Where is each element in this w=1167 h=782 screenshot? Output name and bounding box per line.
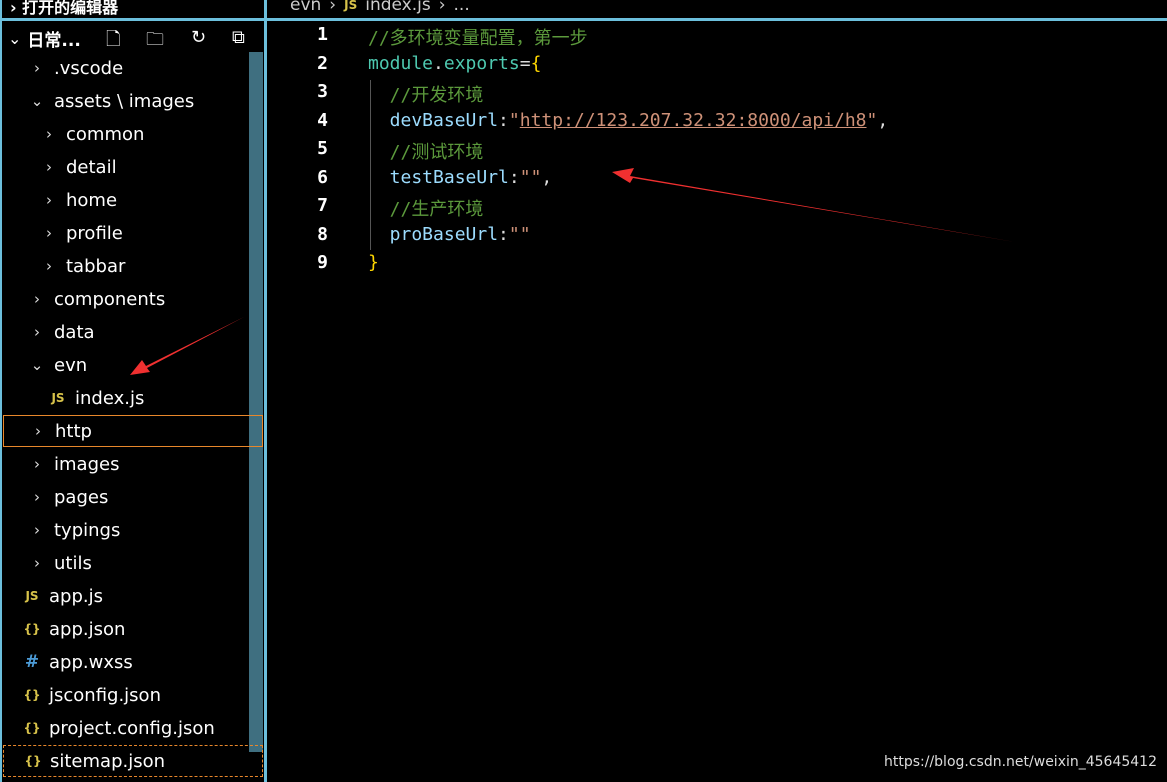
watermark: https://blog.csdn.net/weixin_45645412: [883, 754, 1157, 770]
annotation-arrow-tree: [130, 317, 244, 375]
annotation-arrow-code: [612, 168, 1015, 242]
annotation-arrows: [130, 168, 1015, 375]
